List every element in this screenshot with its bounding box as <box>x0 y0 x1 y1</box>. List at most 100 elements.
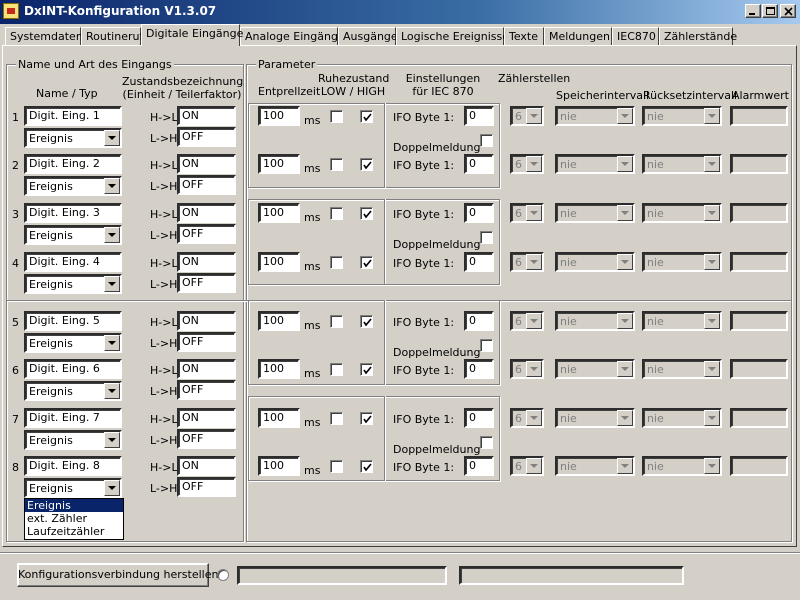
type-select-8[interactable]: Ereignis <box>24 478 122 498</box>
name-field-2[interactable]: Digit. Eing. 2 <box>24 154 122 174</box>
debounce-field-2[interactable]: 100 <box>258 154 300 174</box>
double-checkbox-4[interactable] <box>480 436 493 449</box>
ifo-field-4[interactable]: 0 <box>464 252 494 272</box>
rest-low-checkbox-7[interactable] <box>330 412 343 425</box>
counter-select-6-arrow <box>526 361 542 377</box>
type-select-4-arrow[interactable] <box>104 276 120 292</box>
hl-state-field-7[interactable]: ON <box>177 408 236 428</box>
name-field-6[interactable]: Digit. Eing. 6 <box>24 359 122 379</box>
debounce-field-6[interactable]: 100 <box>258 359 300 379</box>
hl-state-field-1[interactable]: ON <box>177 106 236 126</box>
tab-iec870[interactable]: IEC870 <box>612 27 659 46</box>
ifo-field-2[interactable]: 0 <box>464 154 494 174</box>
type-select-3[interactable]: Ereignis <box>24 225 122 245</box>
type-select-1-arrow[interactable] <box>104 130 120 146</box>
dropdown-option-ext-zaehler[interactable]: ext. Zähler <box>25 512 123 525</box>
lh-state-field-1[interactable]: OFF <box>177 127 236 147</box>
hl-state-field-6[interactable]: ON <box>177 359 236 379</box>
rest-low-checkbox-1[interactable] <box>330 110 343 123</box>
ifo-field-6[interactable]: 0 <box>464 359 494 379</box>
connection-status-radio[interactable] <box>217 569 229 581</box>
type-select-3-arrow[interactable] <box>104 227 120 243</box>
type-select-1[interactable]: Ereignis <box>24 128 122 148</box>
connect-button[interactable]: Konfigurationsverbindung herstellen <box>17 563 218 587</box>
name-field-3[interactable]: Digit. Eing. 3 <box>24 203 122 223</box>
hl-state-field-3[interactable]: ON <box>177 203 236 223</box>
debounce-field-1[interactable]: 100 <box>258 106 300 126</box>
rest-high-checkbox-5[interactable] <box>360 315 373 328</box>
debounce-field-8[interactable]: 100 <box>258 456 300 476</box>
tab-routineruf[interactable]: Routineruf <box>81 27 143 46</box>
lh-label: L->H <box>150 385 178 398</box>
lh-state-field-6[interactable]: OFF <box>177 380 236 400</box>
rest-low-checkbox-2[interactable] <box>330 158 343 171</box>
double-checkbox-1[interactable] <box>480 134 493 147</box>
type-select-2[interactable]: Ereignis <box>24 176 122 196</box>
rest-high-checkbox-3[interactable] <box>360 207 373 220</box>
ifo-field-1[interactable]: 0 <box>464 106 494 126</box>
name-field-7[interactable]: Digit. Eing. 7 <box>24 408 122 428</box>
type-select-6[interactable]: Ereignis <box>24 381 122 401</box>
rest-high-checkbox-8[interactable] <box>360 460 373 473</box>
type-select-8-arrow[interactable] <box>104 480 120 496</box>
tab-meldungen[interactable]: Meldungen <box>544 27 612 46</box>
lh-state-field-2[interactable]: OFF <box>177 175 236 195</box>
lh-state-field-7[interactable]: OFF <box>177 429 236 449</box>
rest-low-checkbox-5[interactable] <box>330 315 343 328</box>
tab-digitale-eingaenge[interactable]: Digitale Eingänge <box>141 24 243 46</box>
ifo-field-7[interactable]: 0 <box>464 408 494 428</box>
name-field-5[interactable]: Digit. Eing. 5 <box>24 311 122 331</box>
debounce-field-7[interactable]: 100 <box>258 408 300 428</box>
rest-low-checkbox-3[interactable] <box>330 207 343 220</box>
debounce-field-4[interactable]: 100 <box>258 252 300 272</box>
tab-ausgaenge[interactable]: Ausgänge <box>338 27 398 46</box>
chevron-down-icon <box>108 438 116 442</box>
close-button[interactable] <box>780 4 796 18</box>
rest-high-checkbox-7[interactable] <box>360 412 373 425</box>
type-dropdown-list[interactable]: Ereignis ext. Zähler Laufzeitzähler <box>24 498 124 540</box>
hl-state-field-2[interactable]: ON <box>177 154 236 174</box>
double-checkbox-2[interactable] <box>480 231 493 244</box>
type-select-5-arrow[interactable] <box>104 335 120 351</box>
type-select-6-arrow[interactable] <box>104 383 120 399</box>
minimize-button[interactable] <box>745 4 761 18</box>
debounce-field-5[interactable]: 100 <box>258 311 300 331</box>
rest-high-checkbox-1[interactable] <box>360 110 373 123</box>
rest-high-checkbox-6[interactable] <box>360 363 373 376</box>
type-select-7-arrow[interactable] <box>104 432 120 448</box>
ifo-field-8[interactable]: 0 <box>464 456 494 476</box>
title-bar[interactable]: DxINT-Konfiguration V1.3.07 <box>0 0 800 24</box>
name-field-1[interactable]: Digit. Eing. 1 <box>24 106 122 126</box>
tab-systemdaten[interactable]: Systemdaten <box>5 27 83 46</box>
rest-low-checkbox-8[interactable] <box>330 460 343 473</box>
rest-low-checkbox-6[interactable] <box>330 363 343 376</box>
type-select-5[interactable]: Ereignis <box>24 333 122 353</box>
double-checkbox-3[interactable] <box>480 339 493 352</box>
dropdown-option-ereignis[interactable]: Ereignis <box>25 499 123 512</box>
tab-logische-ereignisse[interactable]: Logische Ereignisse <box>396 27 509 46</box>
debounce-field-3[interactable]: 100 <box>258 203 300 223</box>
app-icon[interactable] <box>3 3 19 19</box>
hl-state-field-4[interactable]: ON <box>177 252 236 272</box>
type-select-2-arrow[interactable] <box>104 178 120 194</box>
tab-texte[interactable]: Texte <box>504 27 544 46</box>
ifo-field-5[interactable]: 0 <box>464 311 494 331</box>
lh-state-field-8[interactable]: OFF <box>177 477 236 497</box>
dropdown-option-laufzeitzaehler[interactable]: Laufzeitzähler <box>25 525 123 538</box>
lh-state-field-3[interactable]: OFF <box>177 224 236 244</box>
rest-high-checkbox-4[interactable] <box>360 256 373 269</box>
hl-state-field-8[interactable]: ON <box>177 456 236 476</box>
name-field-4[interactable]: Digit. Eing. 4 <box>24 252 122 272</box>
type-select-4[interactable]: Ereignis <box>24 274 122 294</box>
ifo-field-3[interactable]: 0 <box>464 203 494 223</box>
hl-state-field-5[interactable]: ON <box>177 311 236 331</box>
lh-state-field-4[interactable]: OFF <box>177 273 236 293</box>
type-select-7[interactable]: Ereignis <box>24 430 122 450</box>
rest-low-checkbox-4[interactable] <box>330 256 343 269</box>
maximize-button[interactable] <box>762 4 778 18</box>
tab-zaehlerstaende[interactable]: Zählerstände <box>659 27 737 46</box>
name-field-8[interactable]: Digit. Eing. 8 <box>24 456 122 476</box>
lh-state-field-5[interactable]: OFF <box>177 332 236 352</box>
rest-high-checkbox-2[interactable] <box>360 158 373 171</box>
tab-analoge-eingaenge[interactable]: Analoge Eingänge <box>240 27 345 46</box>
